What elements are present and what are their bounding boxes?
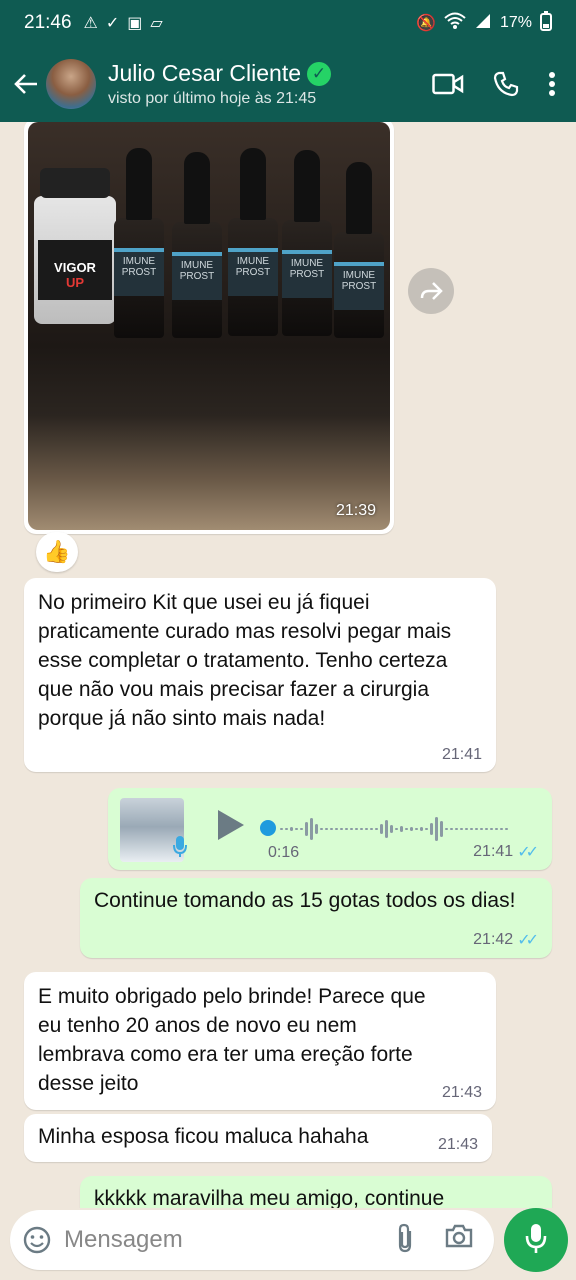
forward-icon[interactable]: [408, 268, 454, 314]
microphone-icon: [525, 1222, 547, 1259]
product-photo[interactable]: VIGOR UP IMUNE PROST IMUNE PROST IMUNE PR…: [28, 122, 390, 530]
dropper-bottle: IMUNE PROST: [114, 148, 164, 338]
camera-icon[interactable]: [444, 1223, 474, 1258]
message-time: 21:39: [335, 502, 376, 519]
read-ticks-icon: ✓✓: [517, 932, 539, 949]
last-seen-status: visto por último hoje às 21:45: [108, 90, 317, 107]
message-time: 21:42: [473, 931, 514, 948]
read-ticks-icon: ✓✓: [517, 844, 539, 861]
verified-check-icon: ✓: [307, 61, 332, 86]
more-options-icon[interactable]: [548, 71, 556, 97]
alert-icon: ⚠: [83, 15, 98, 32]
contact-name: Julio Cesar Cliente: [108, 60, 302, 86]
incoming-message[interactable]: No primeiro Kit que usei eu já fiquei pr…: [24, 578, 496, 772]
message-time: 21:43: [437, 1136, 478, 1153]
emoji-icon[interactable]: [22, 1225, 52, 1255]
message-time: 21:41: [441, 746, 482, 763]
video-call-icon[interactable]: [432, 72, 464, 96]
mute-icon: 🔕: [416, 15, 436, 32]
message-composer: [10, 1210, 494, 1270]
attach-icon[interactable]: [394, 1223, 416, 1258]
play-icon[interactable]: [216, 808, 246, 847]
dropper-bottle: IMUNE PROST: [172, 152, 222, 338]
battery-icon: [540, 10, 552, 36]
incoming-message[interactable]: E muito obrigado pelo brinde! Parece que…: [24, 972, 496, 1110]
wifi-icon: [444, 12, 466, 35]
dropper-bottle: IMUNE PROST: [334, 162, 384, 338]
dropper-bottle: IMUNE PROST: [282, 150, 332, 336]
message-input[interactable]: [64, 1226, 394, 1254]
back-arrow-icon[interactable]: [8, 72, 44, 96]
image-message[interactable]: VIGOR UP IMUNE PROST IMUNE PROST IMUNE PR…: [24, 122, 394, 534]
supplement-jar: VIGOR UP: [34, 168, 116, 324]
signal-icon: [474, 12, 492, 35]
check-download-icon: ✓: [105, 15, 120, 32]
message-text: Continue tomando as 15 gotas todos os di…: [94, 889, 516, 912]
chat-area[interactable]: VIGOR UP IMUNE PROST IMUNE PROST IMUNE PR…: [0, 122, 576, 1208]
contact-name-row: Julio Cesar Cliente ✓: [108, 60, 332, 87]
notification-icons: ⚠ ✓ ▣ ▱: [84, 13, 163, 33]
mic-badge-icon: [172, 834, 188, 863]
photo-icon: ▣: [127, 15, 143, 32]
message-text: kkkkk maravilha meu amigo, continue: [94, 1187, 445, 1208]
message-text: Minha esposa ficou maluca hahaha: [38, 1125, 369, 1148]
jar-label: VIGOR UP: [38, 240, 112, 300]
incoming-message[interactable]: Minha esposa ficou maluca hahaha 21:43: [24, 1114, 492, 1162]
voice-call-icon[interactable]: [492, 70, 520, 98]
status-time: 21:46: [24, 12, 72, 33]
message-text: E muito obrigado pelo brinde! Parece que…: [38, 985, 426, 1095]
voice-record-button[interactable]: [504, 1208, 568, 1272]
thumbs-up-reaction[interactable]: 👍: [36, 532, 78, 572]
status-bar: 21:46 ⚠ ✓ ▣ ▱ 🔕 17%: [0, 0, 576, 46]
contact-avatar[interactable]: [46, 59, 96, 109]
no-sim-icon: ▱: [150, 15, 163, 32]
message-text: No primeiro Kit que usei eu já fiquei pr…: [38, 591, 452, 730]
audio-waveform[interactable]: [260, 814, 530, 844]
outgoing-message[interactable]: Continue tomando as 15 gotas todos os di…: [80, 878, 552, 958]
message-time: 21:43: [441, 1084, 482, 1101]
outgoing-message[interactable]: kkkkk maravilha meu amigo, continue: [80, 1176, 552, 1208]
playback-position[interactable]: [260, 820, 276, 836]
battery-percent: 17%: [499, 14, 532, 31]
dropper-bottle: IMUNE PROST: [228, 148, 278, 336]
chat-header: Julio Cesar Cliente ✓ visto por último h…: [0, 46, 576, 122]
message-time: 21:41: [473, 843, 514, 860]
contact-info[interactable]: Julio Cesar Cliente ✓ visto por último h…: [108, 60, 332, 108]
audio-duration: 0:16: [268, 844, 300, 861]
voice-message[interactable]: 0:16 21:41 ✓✓: [108, 788, 552, 870]
